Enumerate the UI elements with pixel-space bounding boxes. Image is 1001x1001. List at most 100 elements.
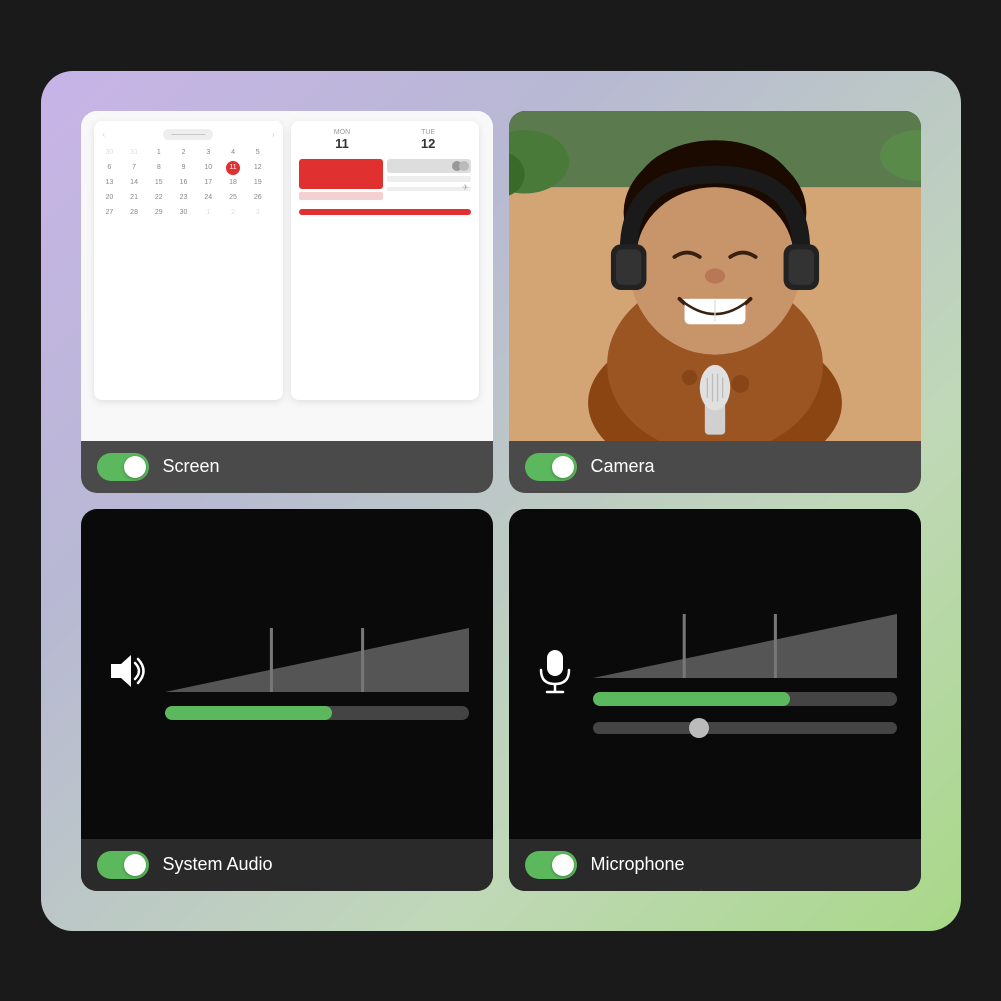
sched-day-1-num: 11	[334, 136, 350, 151]
cal-day: 30	[102, 146, 116, 160]
screen-toggle-bar: Screen	[81, 441, 493, 493]
mic-slider-thumb[interactable]	[689, 718, 709, 738]
schedule-widget: MON 11 TUE 12	[291, 121, 479, 400]
cal-day: 19	[251, 176, 265, 190]
audio-toggle-bar: System Audio	[81, 839, 493, 891]
cal-day: 31	[127, 146, 141, 160]
cal-day: 5	[251, 146, 265, 160]
cal-day: 23	[177, 191, 191, 205]
cal-today: 11	[226, 161, 240, 175]
mic-volume-container	[593, 614, 897, 734]
calendar-widget: ‹ ────── › 30 31 1 2 3 4 5 6	[94, 121, 282, 400]
cal-day: 26	[251, 191, 265, 205]
cal-day: 30	[177, 206, 191, 220]
sched-day-2-num: 12	[421, 136, 435, 151]
schedule-bars: ✈	[299, 159, 471, 209]
main-container: ‹ ────── › 30 31 1 2 3 4 5 6	[41, 71, 961, 931]
camera-card: Camera	[509, 111, 921, 493]
audio-label: System Audio	[163, 854, 273, 875]
cal-day: 27	[102, 206, 116, 220]
camera-label: Camera	[591, 456, 655, 477]
cal-day: 3	[251, 206, 265, 220]
sched-event-bar-sm	[299, 192, 383, 200]
cal-day: 13	[102, 176, 116, 190]
cal-day: 2	[226, 206, 240, 220]
screen-label: Screen	[163, 456, 220, 477]
sched-day-2-label: TUE	[421, 129, 435, 136]
cal-prev-arrow: ‹	[102, 130, 105, 139]
cards-grid: ‹ ────── › 30 31 1 2 3 4 5 6	[81, 111, 921, 891]
camera-toggle-knob	[552, 456, 574, 478]
sched-bottom-bar	[299, 209, 471, 215]
cal-day: 6	[102, 161, 116, 175]
camera-toggle[interactable]	[525, 453, 577, 481]
audio-volume-track	[165, 706, 469, 720]
audio-toggle[interactable]	[97, 851, 149, 879]
cal-day: 4	[226, 146, 240, 160]
cal-day: 20	[102, 191, 116, 205]
sched-col-1	[299, 159, 383, 209]
microphone-icon	[533, 646, 577, 701]
mic-slider-track[interactable]	[593, 722, 897, 734]
calendar-grid: 30 31 1 2 3 4 5 6 7 8 9 10 11	[102, 146, 274, 220]
cal-day: 3	[201, 146, 215, 160]
cal-day: 29	[152, 206, 166, 220]
mic-viz-area	[509, 509, 921, 839]
screen-toggle[interactable]	[97, 453, 149, 481]
sched-event-bar	[299, 159, 383, 189]
mic-volume-track	[593, 692, 897, 706]
cal-day: 24	[201, 191, 215, 205]
cal-day: 1	[201, 206, 215, 220]
speaker-icon	[105, 649, 149, 698]
mic-label: Microphone	[591, 854, 685, 875]
sched-day-1: MON 11	[334, 129, 350, 151]
mic-wedge-svg	[593, 614, 897, 678]
screen-preview-area: ‹ ────── › 30 31 1 2 3 4 5 6	[81, 111, 493, 441]
mic-volume-fill	[593, 692, 791, 706]
cal-day: 16	[177, 176, 191, 190]
mic-toggle-knob	[552, 854, 574, 876]
camera-toggle-bar: Camera	[509, 441, 921, 493]
sched-plane-row: ✈	[387, 187, 471, 191]
sched-day-1-label: MON	[334, 129, 350, 136]
sched-bar-gray	[387, 176, 471, 182]
cal-day: 21	[127, 191, 141, 205]
schedule-header: MON 11 TUE 12	[299, 129, 471, 151]
screen-content: ‹ ────── › 30 31 1 2 3 4 5 6	[81, 111, 493, 441]
camera-person-svg	[509, 111, 921, 441]
screen-card: ‹ ────── › 30 31 1 2 3 4 5 6	[81, 111, 493, 493]
audio-volume-container	[165, 628, 469, 720]
mic-toggle-bar: Microphone	[509, 839, 921, 891]
audio-wedge-svg	[165, 628, 469, 692]
cal-next-arrow: ›	[272, 130, 275, 139]
cal-day: 9	[177, 161, 191, 175]
calendar-header: ‹ ────── ›	[102, 129, 274, 140]
cal-day: 14	[127, 176, 141, 190]
cal-day: 18	[226, 176, 240, 190]
audio-viz-area	[81, 509, 493, 839]
microphone-card: Microphone	[509, 509, 921, 891]
audio-toggle-knob	[124, 854, 146, 876]
system-audio-card: System Audio	[81, 509, 493, 891]
cal-day: 28	[127, 206, 141, 220]
cal-day: 10	[201, 161, 215, 175]
camera-preview-area	[509, 111, 921, 441]
sched-day-2: TUE 12	[421, 129, 435, 151]
cal-day: 12	[251, 161, 265, 175]
cal-day: 7	[127, 161, 141, 175]
screen-toggle-knob	[124, 456, 146, 478]
sched-col-2: ✈	[387, 159, 471, 209]
cal-day: 8	[152, 161, 166, 175]
sched-avatar-2	[459, 161, 469, 171]
mic-wedge	[593, 614, 897, 678]
cal-day: 17	[201, 176, 215, 190]
cal-day: 25	[226, 191, 240, 205]
cal-day: 15	[152, 176, 166, 190]
cal-day: 2	[177, 146, 191, 160]
audio-volume-fill	[165, 706, 332, 720]
cal-month-label: ──────	[163, 129, 213, 140]
sched-avatar-bar	[387, 159, 471, 173]
cal-day: 1	[152, 146, 166, 160]
cal-day: 22	[152, 191, 166, 205]
mic-toggle[interactable]	[525, 851, 577, 879]
